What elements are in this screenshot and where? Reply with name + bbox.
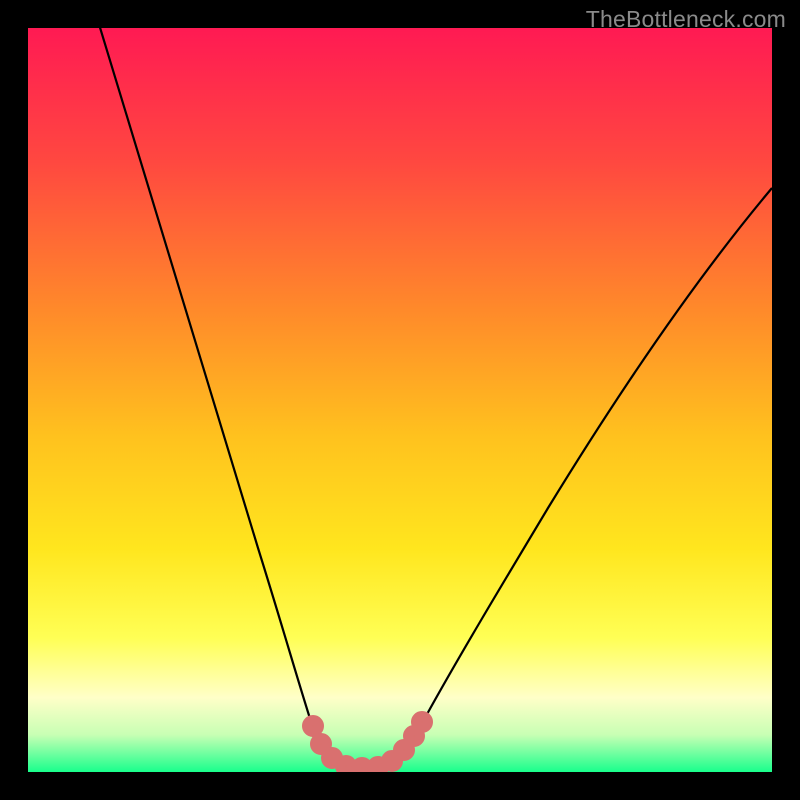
plot-area <box>28 28 772 772</box>
watermark-text: TheBottleneck.com <box>586 6 786 33</box>
chart-svg <box>28 28 772 772</box>
outer-frame: TheBottleneck.com <box>0 0 800 800</box>
gradient-background <box>28 28 772 772</box>
